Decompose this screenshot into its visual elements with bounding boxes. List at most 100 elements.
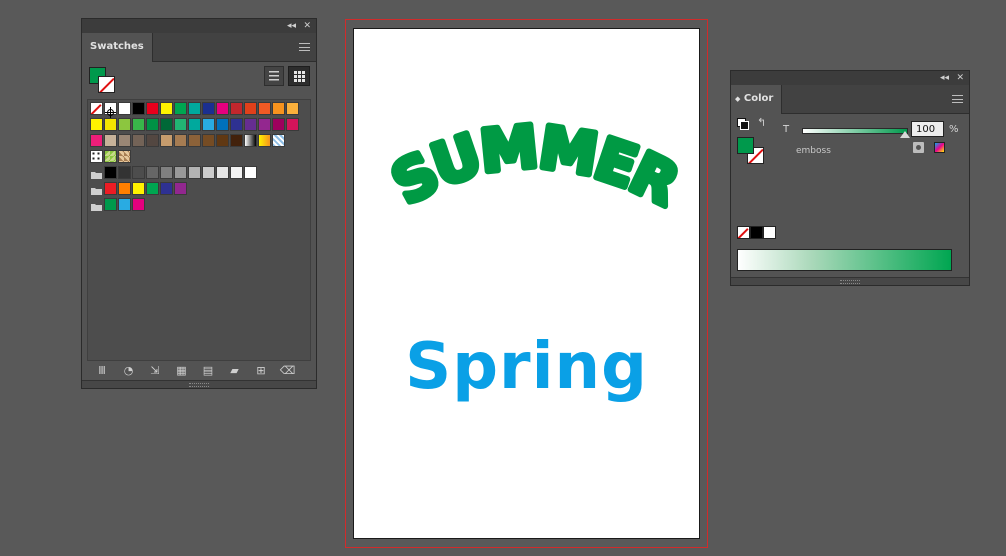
color-swatch[interactable]	[118, 118, 131, 131]
grid-view-button[interactable]	[288, 66, 310, 86]
new-swatch-icon[interactable]: ⊞	[253, 364, 269, 378]
color-swatch[interactable]	[244, 166, 257, 179]
show-kinds-icon[interactable]: ◔	[121, 364, 137, 378]
none-swatch[interactable]	[90, 102, 103, 115]
library-icon[interactable]: Ⅲ	[94, 364, 110, 378]
color-swatch[interactable]	[104, 166, 117, 179]
color-swatch[interactable]	[230, 166, 243, 179]
pattern-leaf-swatch[interactable]	[104, 150, 117, 163]
color-swatch[interactable]	[132, 118, 145, 131]
white-color-swatch[interactable]	[763, 226, 776, 239]
close-icon[interactable]: ✕	[956, 72, 964, 84]
resize-grip[interactable]	[731, 277, 969, 285]
color-swatch[interactable]	[216, 118, 229, 131]
tint-slider-handle[interactable]	[900, 131, 910, 138]
color-swatch[interactable]	[132, 166, 145, 179]
color-swatch[interactable]	[160, 134, 173, 147]
color-swatch[interactable]	[132, 182, 145, 195]
color-titlebar[interactable]: ◂◂ ✕	[731, 71, 969, 85]
collapse-icon[interactable]: ◂◂	[287, 20, 296, 32]
color-swatch[interactable]	[188, 166, 201, 179]
headline-arc[interactable]: SUMMER	[354, 84, 699, 224]
default-colors-icon[interactable]	[737, 118, 749, 130]
swap-icon[interactable]: ↰	[757, 116, 766, 129]
color-swatch[interactable]	[118, 198, 131, 211]
color-swatch[interactable]	[160, 166, 173, 179]
color-swatch[interactable]	[118, 134, 131, 147]
none-color-swatch[interactable]	[737, 226, 750, 239]
color-swatch[interactable]	[286, 102, 299, 115]
pattern-dots-swatch[interactable]	[90, 150, 103, 163]
color-group-icon[interactable]: ▤	[200, 364, 216, 378]
artboard[interactable]: SUMMER Spring	[353, 28, 700, 539]
color-swatch[interactable]	[118, 166, 131, 179]
color-swatch[interactable]	[104, 182, 117, 195]
color-swatch[interactable]	[230, 118, 243, 131]
pattern-tiles-swatch[interactable]	[118, 150, 131, 163]
color-swatch[interactable]	[174, 166, 187, 179]
color-swatch[interactable]	[132, 102, 145, 115]
color-swatch[interactable]	[90, 134, 103, 147]
color-swatch[interactable]	[272, 118, 285, 131]
gradient-bw-swatch[interactable]	[244, 134, 257, 147]
color-swatch[interactable]	[216, 166, 229, 179]
close-icon[interactable]: ✕	[303, 20, 311, 32]
color-swatch[interactable]	[230, 134, 243, 147]
color-swatch[interactable]	[244, 102, 257, 115]
tint-ramp[interactable]	[737, 249, 952, 271]
list-view-button[interactable]	[264, 66, 284, 86]
color-swatch[interactable]	[202, 166, 215, 179]
color-swatch[interactable]	[216, 134, 229, 147]
color-swatch[interactable]	[174, 182, 187, 195]
color-swatch[interactable]	[132, 198, 145, 211]
color-swatch[interactable]	[146, 166, 159, 179]
color-swatch[interactable]	[216, 102, 229, 115]
color-group-folder-icon[interactable]	[90, 182, 103, 195]
cmyk-spectrum-icon[interactable]	[934, 142, 945, 153]
resize-grip[interactable]	[82, 380, 316, 388]
color-swatch[interactable]	[160, 118, 173, 131]
color-swatch[interactable]	[160, 102, 173, 115]
pattern-blue-swatch[interactable]	[272, 134, 285, 147]
color-swatch[interactable]	[118, 102, 131, 115]
color-group-folder-icon[interactable]	[90, 166, 103, 179]
color-swatch[interactable]	[258, 118, 271, 131]
color-swatch[interactable]	[174, 118, 187, 131]
color-group-folder-icon[interactable]	[90, 198, 103, 211]
color-swatch[interactable]	[188, 134, 201, 147]
swatches-titlebar[interactable]: ◂◂ ✕	[82, 19, 316, 33]
color-swatch[interactable]	[118, 182, 131, 195]
stroke-swatch[interactable]	[98, 76, 115, 93]
tab-color[interactable]: ◆ Color	[731, 85, 783, 114]
color-swatch[interactable]	[244, 118, 257, 131]
collapse-icon[interactable]: ◂◂	[940, 72, 949, 84]
new-group-icon[interactable]: ▰	[227, 364, 243, 378]
color-swatch[interactable]	[132, 134, 145, 147]
color-swatch[interactable]	[202, 134, 215, 147]
color-swatch[interactable]	[258, 102, 271, 115]
color-swatch[interactable]	[174, 134, 187, 147]
place-swatch-icon[interactable]: ⇲	[147, 364, 163, 378]
color-swatch[interactable]	[146, 134, 159, 147]
registration-swatch[interactable]	[104, 102, 117, 118]
tab-swatches[interactable]: Swatches	[82, 33, 153, 62]
color-swatch[interactable]	[146, 102, 159, 115]
panel-menu-icon[interactable]	[952, 95, 963, 103]
gradient-yellow-swatch[interactable]	[258, 134, 271, 147]
color-swatch[interactable]	[174, 102, 187, 115]
color-swatch[interactable]	[202, 102, 215, 115]
color-swatch[interactable]	[230, 102, 243, 115]
color-swatch[interactable]	[146, 182, 159, 195]
out-of-web-icon[interactable]	[913, 142, 924, 153]
color-swatch[interactable]	[188, 102, 201, 115]
black-color-swatch[interactable]	[750, 226, 763, 239]
panel-menu-icon[interactable]	[299, 43, 310, 51]
color-swatch[interactable]	[286, 118, 299, 131]
color-swatch[interactable]	[202, 118, 215, 131]
headline-text[interactable]: SUMMER	[378, 110, 695, 222]
tint-input[interactable]: 100	[911, 121, 944, 137]
subtitle-text[interactable]: Spring	[354, 327, 699, 407]
color-swatch[interactable]	[104, 134, 117, 147]
color-swatch[interactable]	[146, 118, 159, 131]
color-swatch[interactable]	[272, 102, 285, 115]
